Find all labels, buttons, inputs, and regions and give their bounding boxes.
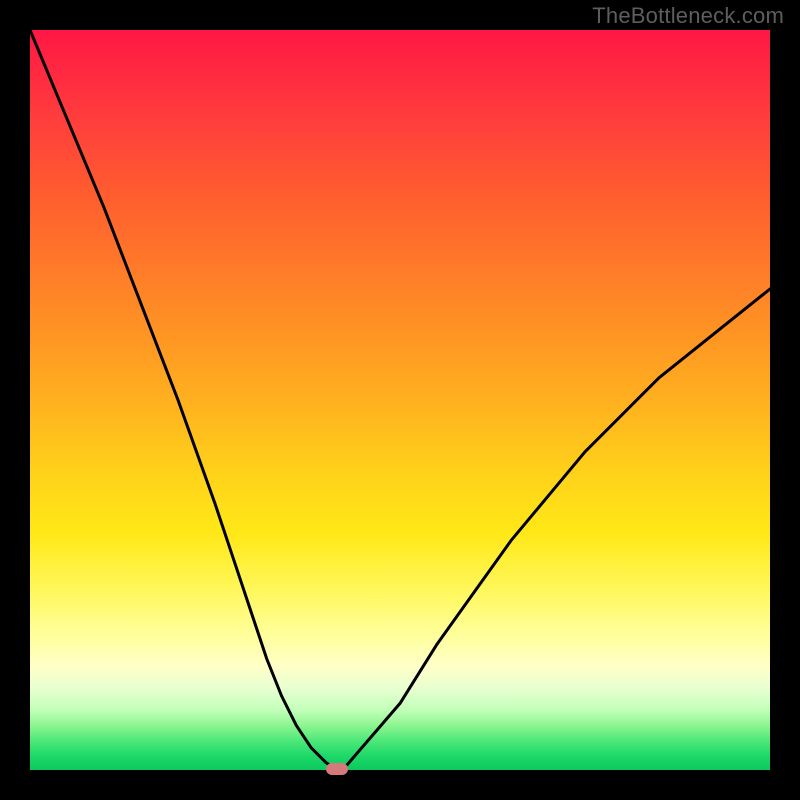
chart-frame: TheBottleneck.com — [0, 0, 800, 800]
plot-area — [30, 30, 770, 770]
watermark-text: TheBottleneck.com — [592, 3, 784, 29]
bottleneck-curve — [30, 30, 770, 770]
optimal-point-marker — [326, 763, 348, 775]
